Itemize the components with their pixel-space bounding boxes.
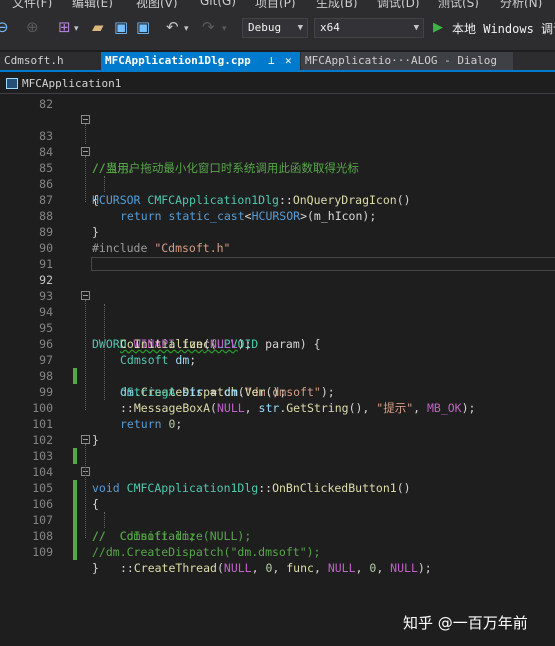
fold-guide bbox=[85, 156, 87, 202]
fold-guide bbox=[85, 300, 87, 410]
code-line: 99 ::MessageBoxA(NULL, str.GetString(), … bbox=[0, 368, 555, 415]
tab-dialog-resource[interactable]: MFCApplicatio···ALOG - Dialog bbox=[301, 52, 513, 70]
platform-value: x64 bbox=[320, 21, 340, 34]
code-text: ::CreateThread(NULL, 0, func, NULL, 0, N… bbox=[120, 561, 432, 575]
code-line: 86 { bbox=[0, 160, 555, 207]
code-line-current: 92 bbox=[0, 256, 555, 287]
menu-view[interactable]: 视图(V) bbox=[136, 0, 178, 8]
code-line: 87 return static_cast<HCURSOR>(m_hIcon); bbox=[0, 176, 555, 223]
menu-git[interactable]: Git(G) bbox=[200, 0, 236, 8]
redo-icon[interactable]: ↷ bbox=[202, 20, 215, 35]
code-line: 104 { bbox=[0, 448, 555, 511]
fold-guide bbox=[85, 444, 87, 538]
menu-file[interactable]: 文件(F) bbox=[12, 0, 52, 8]
collapse-icon[interactable] bbox=[81, 115, 90, 124]
tab-label: Cdmsoft.h bbox=[4, 54, 64, 67]
code-line: 109 } bbox=[0, 528, 555, 575]
code-line: 88 } bbox=[0, 192, 555, 239]
toolbar: ⊖ ⊕ ⊞ ▾ ▰ ▣ ▣ ↶ ▾ ↷ ▾ Debug ▼ x64 ▼ ▶ 本地… bbox=[0, 8, 555, 50]
code-line: 106 // Cdmsoft dm; bbox=[0, 480, 555, 543]
platform-select[interactable]: x64 ▼ bbox=[314, 18, 424, 38]
redo-dropdown-icon[interactable]: ▾ bbox=[222, 22, 227, 37]
code-line: 100 return 0; bbox=[0, 384, 555, 431]
undo-icon[interactable]: ↶ bbox=[166, 20, 179, 35]
configuration-select[interactable]: Debug ▼ bbox=[242, 18, 308, 38]
code-line: 107 //dm.CreateDispatch("dm.dmsoft"); bbox=[0, 496, 555, 559]
code-line: 103 void CMFCApplication1Dlg::OnBnClicke… bbox=[0, 432, 555, 495]
watermark: 知乎 @一百万年前 bbox=[403, 614, 528, 632]
tab-label: MFCApplicatio···ALOG - Dialog bbox=[305, 54, 498, 67]
code-line: 96 Cdmsoft dm; bbox=[0, 320, 555, 367]
chevron-down-icon: ▼ bbox=[413, 23, 419, 33]
run-debugger-button[interactable]: 本地 Windows 调试器 bbox=[452, 20, 555, 37]
close-icon[interactable]: ✕ bbox=[285, 52, 292, 70]
code-line: 93 bbox=[0, 272, 555, 303]
code-line: 101 } bbox=[0, 400, 555, 447]
pin-icon[interactable]: ⊥ bbox=[268, 52, 275, 70]
new-project-icon[interactable]: ⊞ bbox=[58, 20, 71, 35]
menu-project[interactable]: 项目(P) bbox=[255, 0, 296, 8]
project-scope-dropdown[interactable]: MFCApplication1 bbox=[22, 74, 121, 94]
code-line: 105 // CoInitialize(NULL); bbox=[0, 464, 555, 543]
code-editor[interactable]: 82 83 //当用户拖动最小化窗口时系统调用此函数取得光标 84 //显示。 … bbox=[0, 94, 555, 646]
current-line-highlight bbox=[91, 257, 555, 271]
indent-guide bbox=[104, 512, 106, 528]
change-marker bbox=[73, 544, 77, 560]
project-icon bbox=[6, 78, 18, 89]
navigation-bar: MFCApplication1 bbox=[0, 74, 555, 94]
line-number: 109 bbox=[32, 545, 53, 559]
menu-build[interactable]: 生成(B) bbox=[316, 0, 358, 8]
code-line: 84 //显示。 bbox=[0, 128, 555, 175]
new-dropdown-icon[interactable]: ▾ bbox=[74, 22, 79, 37]
save-icon[interactable]: ▣ bbox=[114, 20, 128, 35]
code-line: 94 DWORD WINAPI func(LPVOID param) { bbox=[0, 288, 555, 351]
indent-guide bbox=[104, 304, 106, 400]
menu-bar: 文件(F) 编辑(E) 视图(V) Git(G) 项目(P) 生成(B) 调试(… bbox=[0, 0, 555, 8]
play-icon[interactable]: ▶ bbox=[433, 20, 443, 35]
code-line: 82 bbox=[0, 96, 555, 112]
chevron-down-icon: ▼ bbox=[297, 23, 303, 33]
line-number: 82 bbox=[39, 97, 53, 111]
menu-analyze[interactable]: 分析(N) bbox=[500, 0, 542, 8]
menu-edit[interactable]: 编辑(E) bbox=[72, 0, 113, 8]
document-tabs: Cdmsoft.h MFCApplication1Dlg.cpp ⊥ ✕ MFC… bbox=[0, 52, 555, 72]
configuration-value: Debug bbox=[248, 21, 282, 34]
collapse-icon[interactable] bbox=[81, 291, 90, 300]
indent-guide bbox=[104, 176, 106, 192]
code-line: 108 ::CreateThread(NULL, 0, func, NULL, … bbox=[0, 512, 555, 575]
code-line: 98 CStringA str = dm.Ver(); bbox=[0, 352, 555, 399]
code-line: #include "Cdmsoft.h" bbox=[0, 224, 555, 255]
collapse-icon[interactable] bbox=[81, 435, 90, 444]
open-folder-icon[interactable]: ▰ bbox=[92, 20, 104, 35]
code-text: } bbox=[92, 561, 99, 575]
code-line: 83 //当用户拖动最小化窗口时系统调用此函数取得光标 bbox=[0, 112, 555, 175]
code-comment: //dm.CreateDispatch("dm.dmsoft"); bbox=[92, 545, 321, 559]
code-line: 95 CoInitialize(NULL); bbox=[0, 304, 555, 351]
tab-cdmsoft-h[interactable]: Cdmsoft.h bbox=[0, 52, 100, 70]
undo-dropdown-icon[interactable]: ▾ bbox=[184, 22, 189, 37]
menu-test[interactable]: 测试(S) bbox=[438, 0, 479, 8]
collapse-icon[interactable] bbox=[81, 147, 90, 156]
tab-label: MFCApplication1Dlg.cpp bbox=[105, 54, 251, 67]
save-all-icon[interactable]: ▣ bbox=[136, 20, 150, 35]
code-line: 97 dm.CreateDispatch("dm.dmsoft"); bbox=[0, 336, 555, 399]
code-line: 89 bbox=[0, 208, 555, 239]
back-icon[interactable]: ⊖ bbox=[0, 20, 9, 35]
code-line: 91 bbox=[0, 240, 555, 271]
fold-guide bbox=[85, 124, 87, 144]
code-line: 102 bbox=[0, 416, 555, 464]
tab-mfcapplication1dlg-cpp[interactable]: MFCApplication1Dlg.cpp ⊥ ✕ bbox=[101, 52, 300, 70]
code-line: 85 HCURSOR CMFCApplication1Dlg::OnQueryD… bbox=[0, 144, 555, 207]
forward-icon[interactable]: ⊕ bbox=[26, 20, 39, 35]
menu-debug[interactable]: 调试(D) bbox=[377, 0, 420, 8]
